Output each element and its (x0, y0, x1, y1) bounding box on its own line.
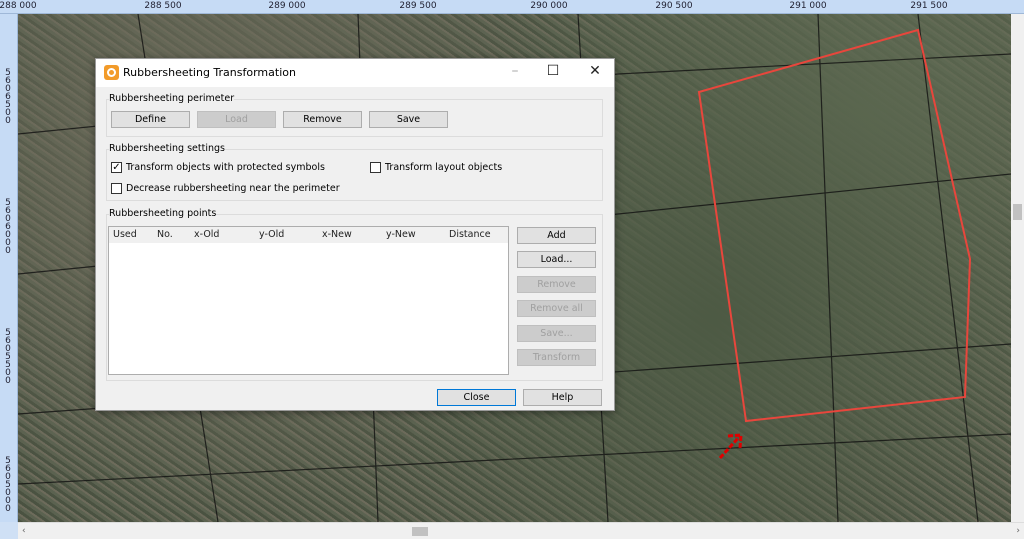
checkmark-icon[interactable]: ✓ (111, 162, 122, 173)
save-perimeter-button[interactable]: Save (369, 111, 448, 128)
rubbersheeting-dialog: Rubbersheeting Transformation – ☐ ✕ Rubb… (95, 58, 615, 411)
help-button[interactable]: Help (523, 389, 602, 406)
decrease-rubbersheeting-checkbox[interactable]: Decrease rubbersheeting near the perimet… (111, 183, 340, 194)
x-tick: 288 500 (144, 1, 182, 11)
horizontal-scrollbar[interactable]: ‹ › (18, 522, 1024, 539)
remove-perimeter-button[interactable]: Remove (283, 111, 362, 128)
vertical-scrollbar[interactable] (1011, 14, 1024, 522)
scroll-thumb[interactable] (412, 527, 428, 536)
y-tick: 5606500 (5, 68, 11, 126)
x-tick: 290 500 (655, 1, 693, 11)
save-points-button[interactable]: Save... (517, 325, 596, 342)
checkbox-label: Decrease rubbersheeting near the perimet… (126, 183, 340, 194)
load-points-button[interactable]: Load... (517, 251, 596, 268)
checkbox-box[interactable] (370, 162, 381, 173)
ruler-left: 5606500 5606000 5605500 5605000 (0, 14, 18, 522)
col-x-new[interactable]: x-New (322, 229, 352, 240)
col-y-new[interactable]: y-New (386, 229, 416, 240)
x-tick: 288 000 (0, 1, 37, 11)
col-y-old[interactable]: y-Old (259, 229, 284, 240)
ruler-top: 288 000 288 500 289 000 289 500 290 000 … (0, 0, 1024, 14)
define-button[interactable]: Define (111, 111, 190, 128)
points-label: Rubbersheeting points (109, 208, 217, 219)
scroll-right-icon[interactable]: › (1016, 526, 1020, 536)
maximize-icon[interactable]: ☐ (538, 63, 568, 79)
perimeter-polygon (697, 28, 972, 423)
scroll-left-icon[interactable]: ‹ (22, 526, 26, 536)
y-tick: 5605000 (5, 456, 11, 514)
remove-point-button[interactable]: Remove (517, 276, 596, 293)
col-no[interactable]: No. (157, 229, 173, 240)
x-tick: 291 500 (910, 1, 948, 11)
col-used[interactable]: Used (113, 229, 137, 240)
col-x-old[interactable]: x-Old (194, 229, 219, 240)
checkbox-label: Transform objects with protected symbols (126, 162, 325, 173)
points-table[interactable]: Used No. x-Old y-Old x-New y-New Distanc… (108, 226, 509, 375)
x-tick: 289 500 (399, 1, 437, 11)
remove-all-button[interactable]: Remove all (517, 300, 596, 317)
load-perimeter-button[interactable]: Load (197, 111, 276, 128)
x-tick: 290 000 (530, 1, 568, 11)
checkbox-label: Transform layout objects (385, 162, 503, 173)
minimize-icon[interactable]: – (500, 63, 530, 79)
settings-label: Rubbersheeting settings (109, 143, 225, 154)
table-header: Used No. x-Old y-Old x-New y-New Distanc… (109, 227, 508, 243)
dialog-title: Rubbersheeting Transformation (123, 66, 296, 79)
title-bar[interactable]: Rubbersheeting Transformation – ☐ ✕ (96, 59, 614, 87)
y-tick: 5605500 (5, 328, 11, 386)
close-button[interactable]: Close (437, 389, 516, 406)
close-icon[interactable]: ✕ (580, 63, 610, 79)
checkbox-box[interactable] (111, 183, 122, 194)
app-icon (104, 65, 119, 80)
transform-protected-checkbox[interactable]: ✓ Transform objects with protected symbol… (111, 162, 325, 173)
transform-layout-checkbox[interactable]: Transform layout objects (370, 162, 502, 173)
transform-button[interactable]: Transform (517, 349, 596, 366)
x-tick: 289 000 (268, 1, 306, 11)
y-tick: 5606000 (5, 198, 11, 256)
perimeter-label: Rubbersheeting perimeter (109, 93, 235, 104)
x-tick: 291 000 (789, 1, 827, 11)
scroll-thumb[interactable] (1013, 204, 1022, 220)
add-button[interactable]: Add (517, 227, 596, 244)
col-distance[interactable]: Distance (449, 229, 491, 240)
